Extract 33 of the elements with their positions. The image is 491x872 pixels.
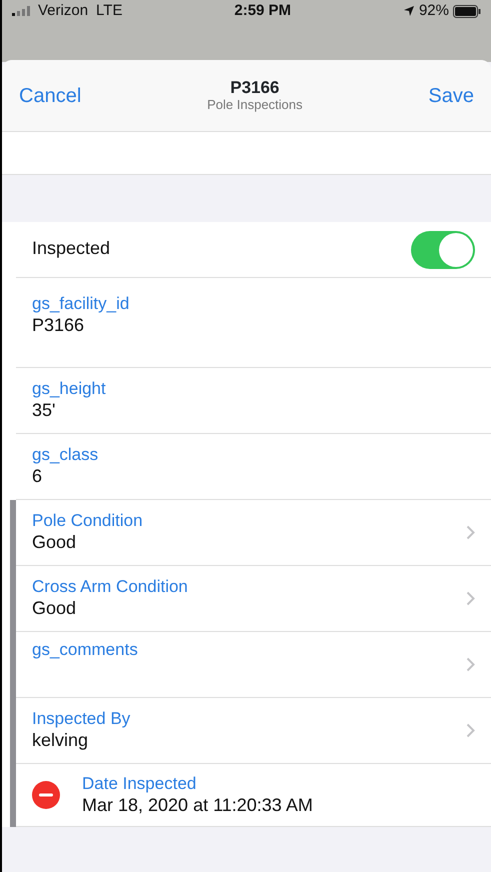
battery-percent: 92% (418, 0, 449, 21)
battery-icon (453, 4, 481, 18)
network-type: LTE (96, 0, 122, 21)
chevron-right-icon (466, 723, 475, 738)
field-label: Cross Arm Condition (32, 577, 189, 598)
field-value: Good (32, 531, 78, 554)
chevron-right-icon (466, 591, 475, 606)
save-button[interactable]: Save (427, 80, 475, 112)
field-label: gs_comments (32, 640, 139, 660)
field-value: 6 (32, 465, 44, 488)
location-arrow-icon (402, 5, 415, 17)
cancel-button[interactable]: Cancel (18, 80, 82, 112)
field-label: gs_facility_id (32, 294, 130, 314)
chevron-right-icon (466, 657, 475, 672)
field-value: kelving (32, 729, 90, 752)
sheet-title: P3166 (229, 79, 280, 98)
sheet-subtitle: Pole Inspections (207, 98, 303, 112)
status-time: 2:59 PM (234, 0, 292, 21)
toggle-switch[interactable] (411, 230, 475, 268)
field-value: P3166 (32, 314, 86, 337)
field-label: gs_class (32, 445, 100, 466)
signal-icon (12, 6, 30, 16)
carrier-name: Verizon (38, 0, 88, 21)
field-label: Inspected (32, 238, 110, 258)
field-label: Date Inspected (82, 774, 198, 794)
chevron-right-icon (466, 525, 475, 540)
field-value: Mar 18, 2020 at 11:20:33 AM (82, 794, 314, 816)
remove-icon[interactable] (32, 781, 60, 809)
field-label: Inspected By (32, 709, 132, 730)
field-value: 35' (32, 399, 56, 422)
field-value: Good (32, 597, 78, 620)
field-label: gs_height (32, 379, 107, 400)
field-label: Pole Condition (32, 511, 144, 532)
